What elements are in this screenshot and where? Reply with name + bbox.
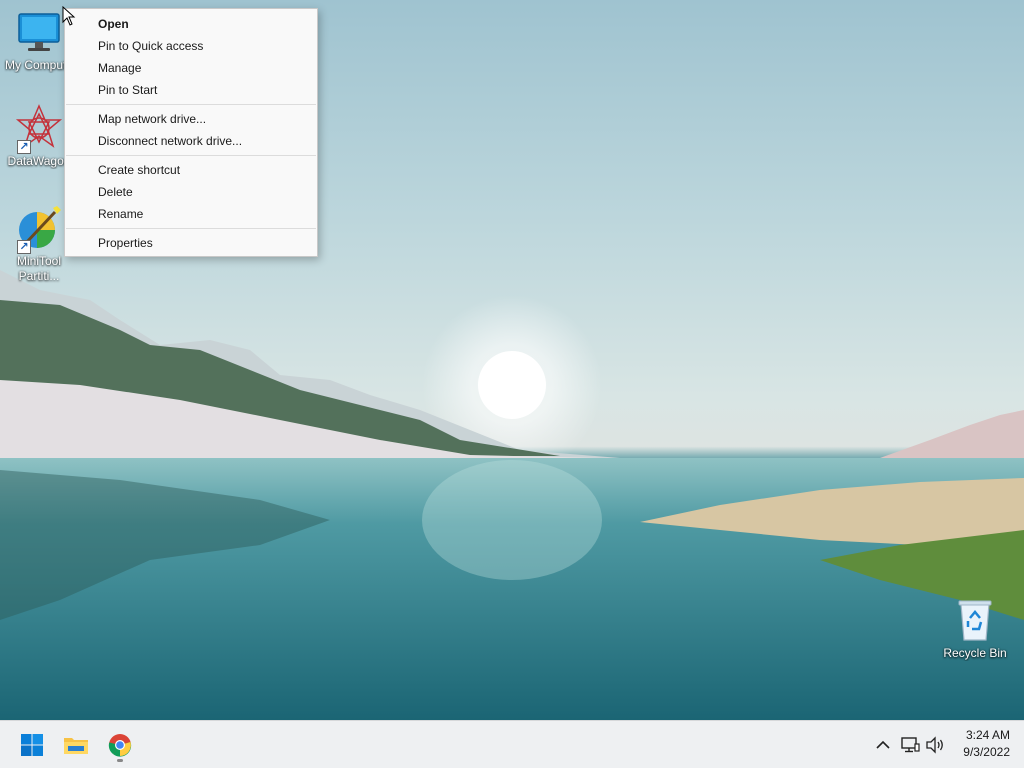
start-button[interactable]	[12, 725, 52, 765]
clock-time: 3:24 AM	[965, 728, 1010, 742]
file-explorer-button[interactable]	[56, 725, 96, 765]
chevron-up-icon	[876, 740, 890, 749]
shortcut-arrow-icon: ↗	[17, 140, 31, 154]
desktop-icon-recycle-bin[interactable]: Recycle Bin	[936, 596, 1014, 661]
file-explorer-icon	[64, 738, 88, 754]
menu-item-properties[interactable]: Properties	[65, 232, 317, 254]
menu-item-disconnect-network-drive[interactable]: Disconnect network drive...	[65, 130, 317, 152]
menu-item-pin-to-start[interactable]: Pin to Start	[65, 79, 317, 101]
menu-item-map-network-drive[interactable]: Map network drive...	[65, 108, 317, 130]
network-icon	[901, 737, 920, 753]
menu-item-create-shortcut[interactable]: Create shortcut	[65, 159, 317, 181]
clock-date: 9/3/2022	[963, 745, 1010, 759]
datawagon-icon: ↗	[15, 104, 63, 154]
shortcut-arrow-icon: ↗	[17, 240, 31, 254]
taskbar: 3:24 AM 9/3/2022	[0, 720, 1024, 768]
chrome-icon	[108, 734, 132, 757]
show-hidden-icons-button[interactable]	[871, 733, 895, 757]
menu-item-open[interactable]: Open	[65, 13, 317, 35]
menu-item-manage[interactable]: Manage	[65, 57, 317, 79]
computer-icon	[15, 8, 63, 56]
menu-item-rename[interactable]: Rename	[65, 203, 317, 225]
context-menu: Open Pin to Quick access Manage Pin to S…	[64, 8, 318, 257]
mouse-cursor-icon	[62, 6, 76, 26]
menu-item-delete[interactable]: Delete	[65, 181, 317, 203]
volume-icon	[926, 736, 943, 754]
network-button[interactable]	[898, 733, 922, 757]
menu-separator	[66, 155, 316, 156]
system-clock[interactable]: 3:24 AM 9/3/2022	[963, 727, 1010, 761]
chrome-button[interactable]	[100, 725, 140, 765]
minitool-partition-icon: ↗	[15, 204, 63, 254]
windows-logo-icon	[21, 734, 43, 756]
volume-button[interactable]	[923, 733, 947, 757]
recycle-bin-icon	[951, 596, 999, 644]
desktop-icon-label-line2: Partiti...	[18, 269, 60, 283]
desktop-icon-label: Recycle Bin	[943, 646, 1007, 660]
menu-separator	[66, 104, 316, 105]
menu-separator	[66, 228, 316, 229]
running-indicator	[117, 759, 123, 762]
menu-item-pin-to-quick-access[interactable]: Pin to Quick access	[65, 35, 317, 57]
